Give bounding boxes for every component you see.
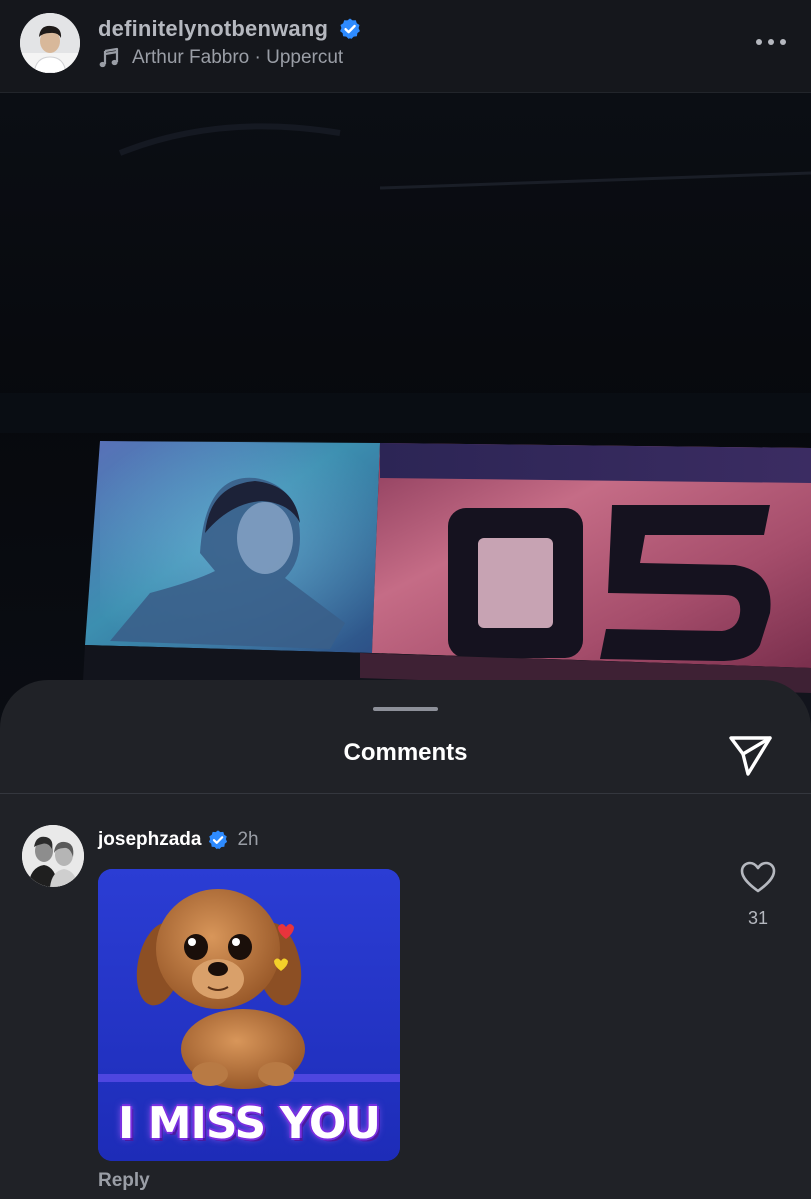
gif-caption: I MISS YOU [118,1098,381,1149]
music-note-icon [99,47,119,68]
drag-handle[interactable] [373,707,438,711]
verified-badge-icon [340,18,361,39]
avatar-image [20,13,80,73]
comment-timestamp: 2h [237,829,259,850]
app-screen: definitelynotbenwang Arthur Fabbro · Upp… [0,0,811,1199]
like-count: 31 [747,908,769,928]
comment-avatar[interactable] [22,825,84,887]
post-username[interactable]: definitelynotbenwang [98,16,328,42]
post-username-row: definitelynotbenwang [98,16,362,42]
avatar-image [22,825,84,887]
music-text: Arthur Fabbro · Uppercut [132,47,344,68]
send-icon [729,736,772,776]
more-options-button[interactable] [751,28,791,56]
comments-title: Comments [343,739,468,766]
reply-button[interactable]: Reply [98,1170,150,1192]
music-attribution[interactable]: Arthur Fabbro · Uppercut [98,47,343,69]
comment-username[interactable]: josephzada [98,829,201,851]
post-media[interactable] [0,93,811,733]
post-header: definitelynotbenwang Arthur Fabbro · Upp… [0,0,811,93]
verified-badge-icon [209,830,228,850]
share-button[interactable] [726,730,774,778]
heart-icon [740,861,776,893]
sheet-divider [0,793,811,794]
more-horizontal-icon [756,39,786,45]
comment-meta: josephzada 2h [98,829,259,851]
post-avatar[interactable] [20,13,80,73]
comments-sheet: Comments josephzada 2h I MISS YOU Reply … [0,680,811,1199]
comment-gif[interactable]: I MISS YOU [98,869,400,1161]
post-photo [0,93,811,733]
like-button[interactable] [739,860,777,894]
